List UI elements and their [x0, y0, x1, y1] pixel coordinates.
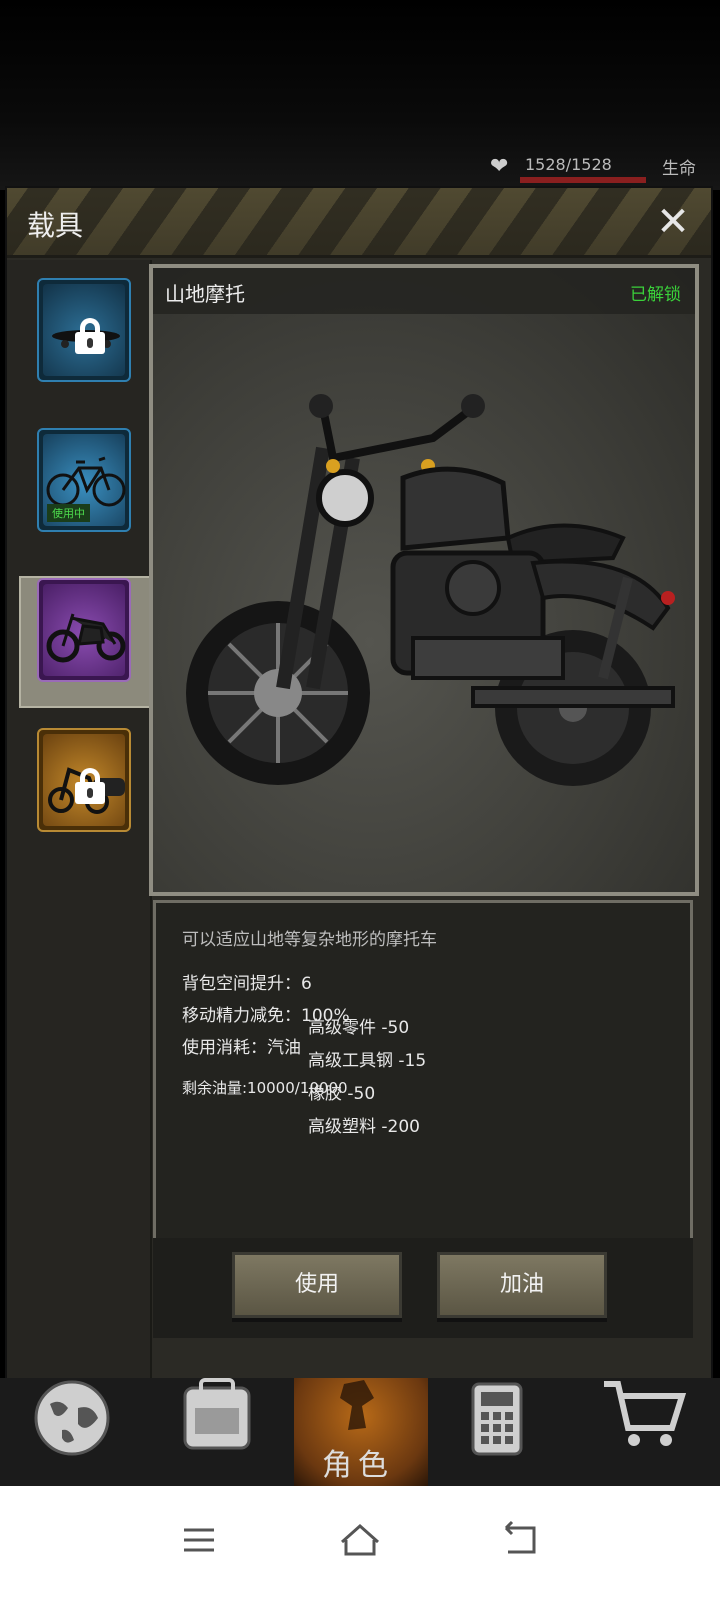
vehicle-preview: 山地摩托 已解锁 — [149, 264, 699, 896]
menu-button[interactable] — [170, 1510, 230, 1570]
in-use-badge: 使用中 — [47, 504, 90, 522]
cost-item: 橡胶 -50 — [308, 1084, 376, 1104]
back-icon — [504, 1520, 536, 1554]
nav-shop[interactable] — [600, 1378, 710, 1486]
vehicle-panel: 载具 ✕ 使用中 山地摩托 已解锁 可以适应山地等复杂地形的摩托车 背包空间提升… — [5, 186, 713, 1404]
back-button[interactable] — [490, 1510, 550, 1570]
hp-bar — [520, 177, 646, 183]
motorcycle-thumbnail — [43, 584, 126, 676]
home-icon — [341, 1523, 379, 1556]
home-button[interactable] — [330, 1510, 390, 1570]
lock-icon — [75, 768, 105, 804]
motorcycle-illustration — [186, 394, 675, 786]
backpack-icon — [183, 1378, 251, 1450]
vehicle-slot-skateboard[interactable] — [37, 278, 131, 382]
cost-item: 高级零件 -50 — [308, 1018, 410, 1038]
nav-backpack[interactable] — [165, 1378, 275, 1486]
consumption-stat: 使用消耗：汽油 — [182, 1038, 301, 1058]
menu-icon — [184, 1528, 214, 1552]
bicycle-thumbnail: 使用中 — [43, 434, 126, 526]
motorcycle-icon — [46, 613, 126, 663]
close-button[interactable]: ✕ — [653, 202, 693, 242]
life-label: 生命 — [662, 159, 696, 179]
device-icon — [471, 1382, 523, 1456]
bag-space-stat: 背包空间提升：6 — [182, 974, 312, 994]
refuel-button[interactable]: 加油 — [437, 1252, 607, 1318]
unlock-status: 已解锁 — [630, 285, 681, 305]
heart-icon: ❤ — [490, 154, 509, 179]
nav-world-map[interactable] — [20, 1378, 130, 1486]
status-strip: ✱ ▲▲ ● — [0, 150, 720, 338]
panel-title: 载具 — [27, 209, 84, 242]
character-icon — [340, 1380, 374, 1430]
vehicle-slot-bicycle[interactable]: 使用中 — [37, 428, 131, 532]
sidecar-thumbnail — [43, 734, 125, 826]
description-summary: 可以适应山地等复杂地形的摩托车 — [182, 930, 437, 950]
nav-character-label: 角色 — [322, 1448, 394, 1483]
cost-item: 高级工具钢 -15 — [308, 1051, 427, 1071]
panel-header: 载具 ✕ — [7, 188, 711, 258]
cart-icon — [604, 1381, 687, 1446]
vehicle-slot-sidecar[interactable] — [37, 728, 131, 832]
nav-device[interactable] — [455, 1378, 565, 1486]
use-button[interactable]: 使用 — [232, 1252, 402, 1318]
cost-item: 高级塑料 -200 — [308, 1117, 420, 1137]
vehicle-slot-mountain-motorcycle[interactable] — [37, 578, 131, 682]
vehicle-name: 山地摩托 — [165, 282, 245, 306]
globe-icon — [34, 1380, 110, 1456]
hp-text: 1528/1528 — [525, 155, 612, 174]
lock-icon — [75, 318, 105, 354]
skateboard-thumbnail — [43, 284, 125, 376]
preview-header: 山地摩托 已解锁 — [153, 268, 695, 314]
